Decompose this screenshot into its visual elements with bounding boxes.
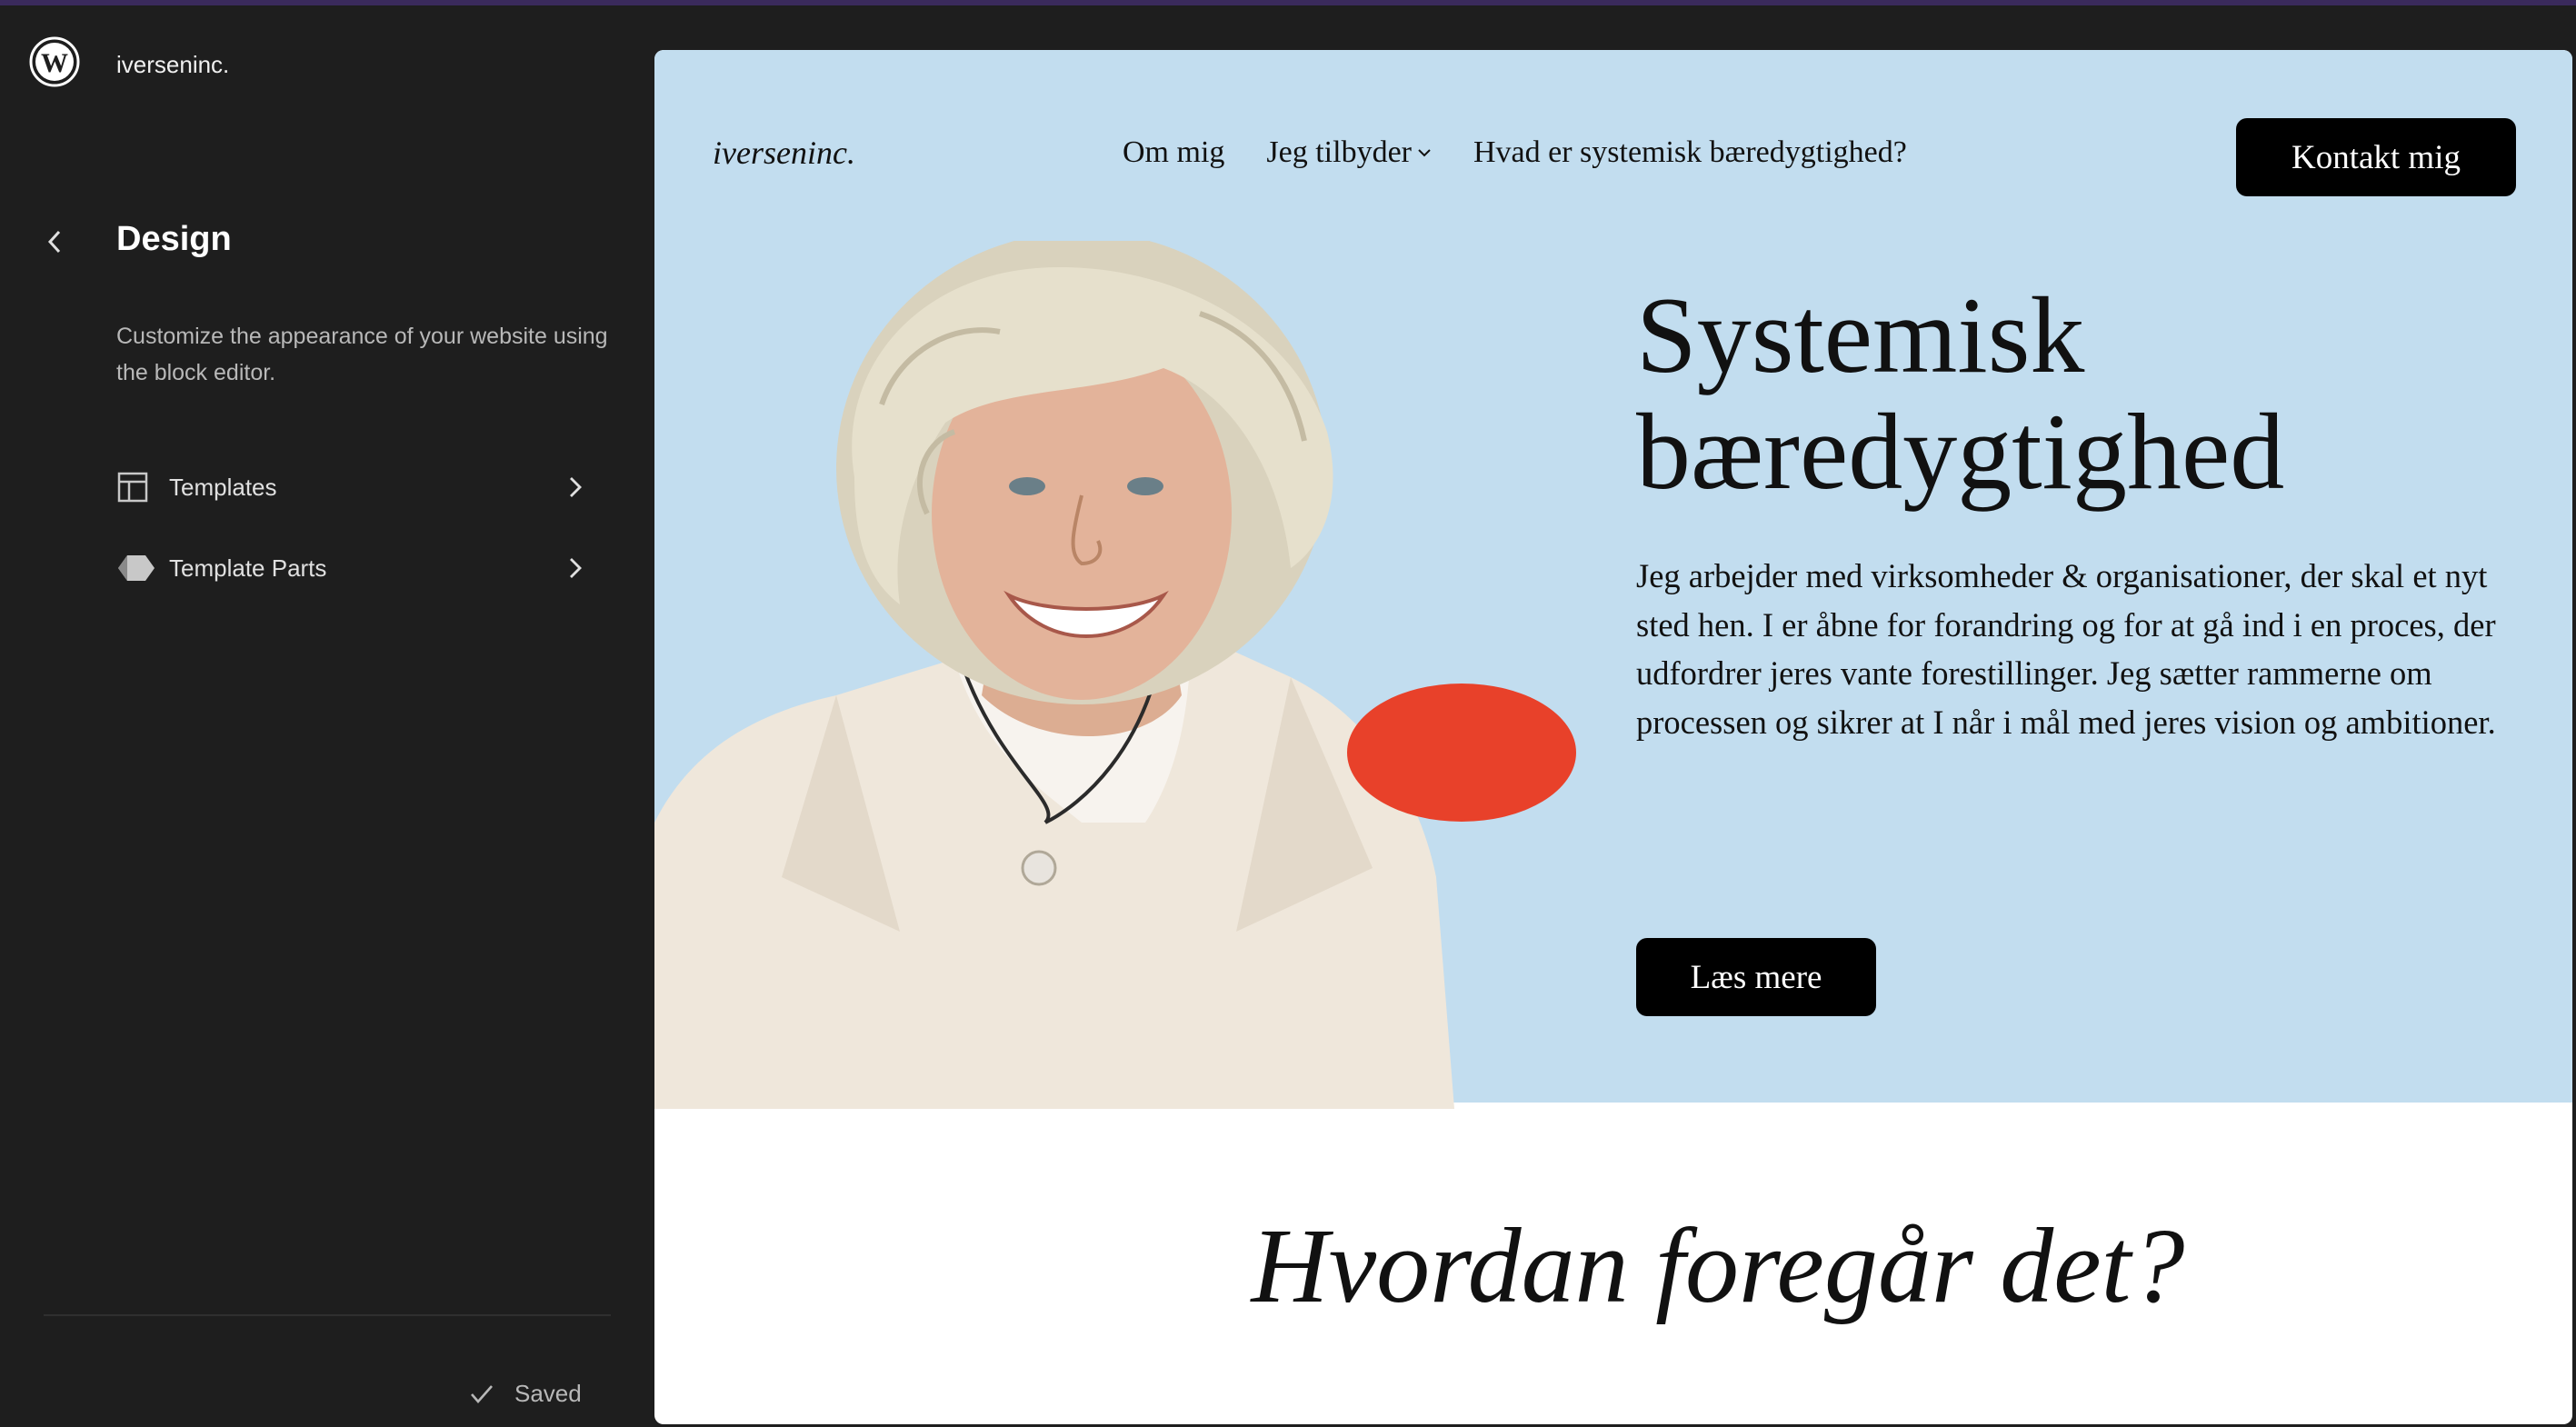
nav-item-label: Templates bbox=[169, 473, 277, 501]
site-logo[interactable]: iverseninc. bbox=[713, 134, 855, 172]
hero-paragraph: Jeg arbejder med virksomheder & organisa… bbox=[1636, 557, 2496, 741]
panel-title: Design bbox=[116, 220, 232, 258]
save-status-label: Saved bbox=[514, 1380, 582, 1407]
chevron-left-icon bbox=[47, 230, 61, 254]
portrait-image bbox=[654, 241, 1454, 1109]
chevron-right-icon bbox=[562, 474, 589, 501]
svg-text:W: W bbox=[41, 48, 68, 78]
sidebar-divider bbox=[44, 1314, 611, 1316]
nav-link-systemisk[interactable]: Hvad er systemisk bæredygtighed? bbox=[1473, 135, 1907, 170]
save-status: Saved bbox=[469, 1380, 582, 1408]
site-navigation: Om mig Jeg tilbyder Hvad er systemisk bæ… bbox=[1123, 135, 1907, 170]
back-button[interactable] bbox=[36, 222, 73, 262]
nav-link-label: Jeg tilbyder bbox=[1266, 135, 1412, 169]
section-title: Hvordan foregår det? bbox=[1251, 1206, 2185, 1325]
layout-icon bbox=[116, 469, 164, 505]
site-name: iverseninc. bbox=[116, 51, 230, 78]
panel-description: Customize the appearance of your website… bbox=[116, 324, 608, 385]
design-sidebar: W iverseninc. Design Customize the appea… bbox=[0, 5, 654, 1427]
nav-item-template-parts[interactable]: Template Parts bbox=[116, 539, 589, 597]
nav-link-jeg-tilbyder[interactable]: Jeg tilbyder bbox=[1266, 135, 1432, 170]
chevron-down-icon bbox=[1417, 147, 1432, 158]
nav-item-label: Template Parts bbox=[169, 554, 327, 582]
chevron-right-icon bbox=[562, 554, 589, 582]
hero-section: iverseninc. Om mig Jeg tilbyder Hvad er … bbox=[654, 50, 2572, 1109]
diamond-icon bbox=[116, 550, 164, 586]
nav-link-om-mig[interactable]: Om mig bbox=[1123, 135, 1224, 170]
check-icon bbox=[469, 1383, 494, 1405]
hero-title: Systemisk bæredygtighed bbox=[1636, 274, 2285, 512]
decorative-red-dot bbox=[1347, 684, 1576, 822]
site-preview-canvas[interactable]: iverseninc. Om mig Jeg tilbyder Hvad er … bbox=[654, 50, 2572, 1424]
contact-button[interactable]: Kontakt mig bbox=[2236, 118, 2516, 196]
wordpress-icon[interactable]: W bbox=[29, 36, 80, 87]
read-more-button[interactable]: Læs mere bbox=[1636, 938, 1876, 1016]
nav-item-templates[interactable]: Templates bbox=[116, 458, 589, 516]
